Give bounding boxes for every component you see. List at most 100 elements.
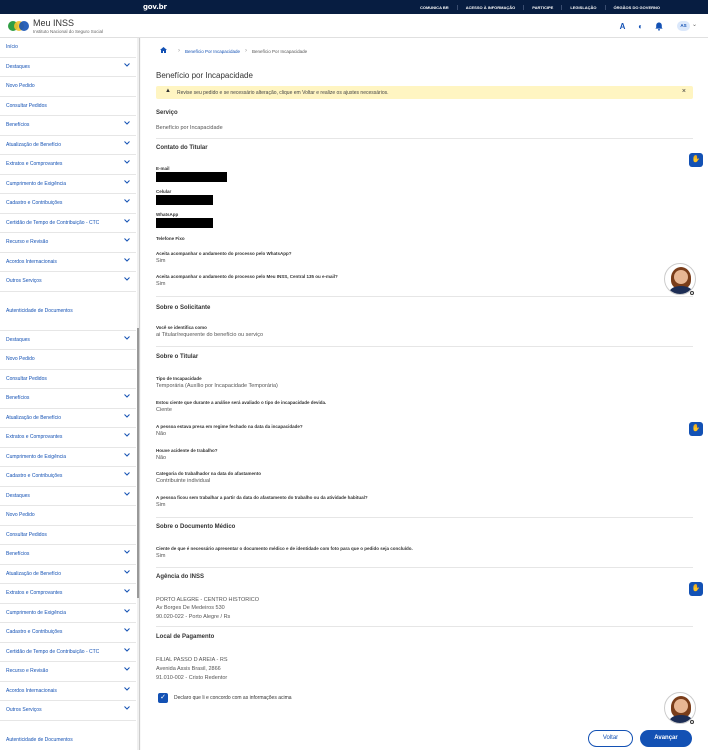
govbr-logo[interactable]: gov.br	[143, 3, 167, 11]
chevron-down-icon[interactable]	[124, 238, 130, 244]
chevron-down-icon[interactable]	[124, 394, 130, 400]
sidebar-item[interactable]: Atualização de Benefício	[0, 565, 136, 584]
chevron-down-icon[interactable]	[124, 647, 130, 654]
gov-link-acesso[interactable]: ACESSO À INFORMAÇÃO	[456, 4, 524, 10]
sidebar-item[interactable]: Consultar Pedidos	[0, 97, 136, 116]
chevron-down-icon[interactable]	[124, 179, 130, 186]
app-title[interactable]: Meu INSS	[33, 18, 74, 28]
chevron-down-icon[interactable]	[124, 277, 130, 283]
breadcrumb-item[interactable]: Benefício Por Incapacidade	[185, 49, 240, 54]
sidebar-item[interactable]: Acordos Internacionais	[0, 253, 136, 272]
home-icon[interactable]	[160, 47, 167, 55]
sidebar-item[interactable]: Benefícios	[0, 389, 136, 409]
sidebar-item[interactable]: Outros Serviços	[0, 701, 136, 721]
sidebar-item[interactable]: Benefícios	[0, 116, 136, 136]
inss-logo-icon[interactable]	[8, 20, 30, 32]
chevron-down-icon[interactable]	[124, 160, 130, 166]
font-size-icon[interactable]: A	[618, 22, 627, 31]
vlibras-icon[interactable]: ✋	[689, 153, 703, 167]
user-avatar[interactable]: AS	[677, 21, 690, 31]
close-icon[interactable]: ×	[682, 88, 686, 95]
chevron-down-icon[interactable]	[124, 218, 130, 225]
gov-link-orgaos[interactable]: ÓRGÃOS DO GOVERNO	[604, 4, 668, 10]
q-whatsapp: Aceita acompanhar o andamento do process…	[156, 251, 292, 256]
sidebar-item[interactable]: Consultar Pedidos	[0, 526, 136, 545]
sidebar-item[interactable]: Extratos e Comprovantes	[0, 155, 136, 175]
chevron-down-icon[interactable]	[124, 140, 130, 147]
chevron-down-icon[interactable]	[124, 413, 130, 420]
chevron-down-icon[interactable]	[124, 686, 130, 693]
vlibras-icon[interactable]: ✋	[689, 582, 703, 596]
chevron-right-icon: ›	[245, 48, 248, 54]
sidebar-item[interactable]: Novo Pedido	[0, 77, 136, 97]
sidebar-item[interactable]: Extratos e Comprovantes	[0, 584, 136, 604]
chevron-down-icon[interactable]	[124, 121, 130, 127]
next-button[interactable]: Avançar	[640, 730, 692, 747]
sidebar-item[interactable]: Certidão de Tempo de Contribuição - CTC	[0, 643, 136, 662]
sidebar-item[interactable]: Consultar Pedidos	[0, 370, 136, 389]
sidebar-item[interactable]: Cadastro e Contribuições	[0, 467, 136, 487]
payment-line: FILIAL PASSO D AREIA - RS	[156, 657, 228, 663]
page-title: Benefício por Incapacidade	[156, 71, 253, 80]
sidebar-item[interactable]: Cadastro e Contribuições	[0, 194, 136, 214]
chevron-down-icon[interactable]	[124, 472, 130, 478]
sidebar-item[interactable]: Cumprimento de Exigência	[0, 175, 136, 194]
sidebar-item[interactable]: Extratos e Comprovantes	[0, 428, 136, 448]
chevron-down-icon[interactable]: ⌄	[692, 21, 697, 28]
gov-link-participe[interactable]: PARTICIPE	[523, 4, 561, 10]
gov-bar: gov.br COMUNICA BR ACESSO À INFORMAÇÃO P…	[0, 0, 708, 14]
back-button[interactable]: Voltar	[588, 730, 633, 747]
gov-link-legislacao[interactable]: LEGISLAÇÃO	[561, 4, 604, 10]
chevron-down-icon[interactable]	[124, 335, 130, 342]
sidebar-scrollbar[interactable]	[137, 38, 139, 750]
chevron-down-icon[interactable]	[124, 667, 130, 673]
sidebar-item[interactable]: Destaques	[0, 58, 136, 77]
sidebar-item[interactable]: Cumprimento de Exigência	[0, 604, 136, 623]
sidebar-item[interactable]: Novo Pedido	[0, 350, 136, 370]
declaration-checkbox[interactable]: ✓	[158, 693, 168, 703]
sidebar-item[interactable]: Recurso e Revisão	[0, 662, 136, 682]
declaration-label[interactable]: Declaro que li e concordo com as informa…	[174, 695, 292, 701]
sidebar-item[interactable]: Autenticidade de Documentos	[0, 292, 136, 331]
sidebar-item-label: Autenticidade de Documentos	[6, 736, 73, 743]
sidebar-item[interactable]: Novo Pedido	[0, 506, 136, 526]
chevron-down-icon[interactable]	[124, 491, 130, 498]
sidebar-item[interactable]: Destaques	[0, 487, 136, 506]
chevron-down-icon[interactable]	[124, 199, 130, 205]
chevron-down-icon[interactable]	[124, 569, 130, 576]
sidebar-item[interactable]: Atualização de Benefício	[0, 409, 136, 428]
contrast-icon[interactable]: ◐	[636, 22, 645, 31]
bell-icon[interactable]	[654, 22, 663, 31]
chevron-down-icon[interactable]	[124, 589, 130, 595]
sidebar-item[interactable]: Destaques	[0, 331, 136, 350]
sidebar-item[interactable]: Cumprimento de Exigência	[0, 448, 136, 467]
chevron-down-icon[interactable]	[124, 452, 130, 459]
breadcrumb-current: Benefício Por Incapacidade	[252, 48, 308, 54]
chevron-down-icon[interactable]	[124, 706, 130, 712]
sidebar-item[interactable]: Início	[0, 38, 136, 58]
sidebar-item[interactable]: Atualização de Benefício	[0, 136, 136, 155]
app-header: Meu INSS Instituto Nacional do Seguro So…	[0, 14, 708, 38]
sidebar-item[interactable]: Benefícios	[0, 545, 136, 565]
sidebar-item-label: Destaques	[6, 63, 30, 70]
sidebar-item[interactable]: Recurso e Revisão	[0, 233, 136, 253]
sidebar-item[interactable]: Cadastro e Contribuições	[0, 623, 136, 643]
sidebar-item-label: Consultar Pedidos	[6, 531, 47, 538]
sidebar-item-label: Novo Pedido	[6, 356, 35, 363]
sidebar-item[interactable]: Autenticidade de Documentos	[0, 721, 136, 750]
chevron-down-icon[interactable]	[124, 608, 130, 615]
sidebar-item-label: Autenticidade de Documentos	[6, 307, 73, 314]
agency-line: 90.020-022 - Porto Alegre / Rs	[156, 614, 231, 620]
sidebar-item-label: Certidão de Tempo de Contribuição - CTC	[6, 219, 100, 226]
gov-link-comunica[interactable]: COMUNICA BR	[412, 5, 457, 10]
vlibras-icon[interactable]: ✋	[689, 422, 703, 436]
chevron-down-icon[interactable]	[124, 433, 130, 439]
sidebar-item[interactable]: Outros Serviços	[0, 272, 136, 292]
sidebar-item[interactable]: Acordos Internacionais	[0, 682, 136, 701]
chevron-down-icon[interactable]	[124, 550, 130, 556]
chevron-down-icon[interactable]	[124, 62, 130, 69]
warning-alert: ▲ Revise seu pedido e se necessário alte…	[156, 86, 693, 99]
chevron-down-icon[interactable]	[124, 628, 130, 634]
chevron-down-icon[interactable]	[124, 257, 130, 264]
sidebar-item[interactable]: Certidão de Tempo de Contribuição - CTC	[0, 214, 136, 233]
